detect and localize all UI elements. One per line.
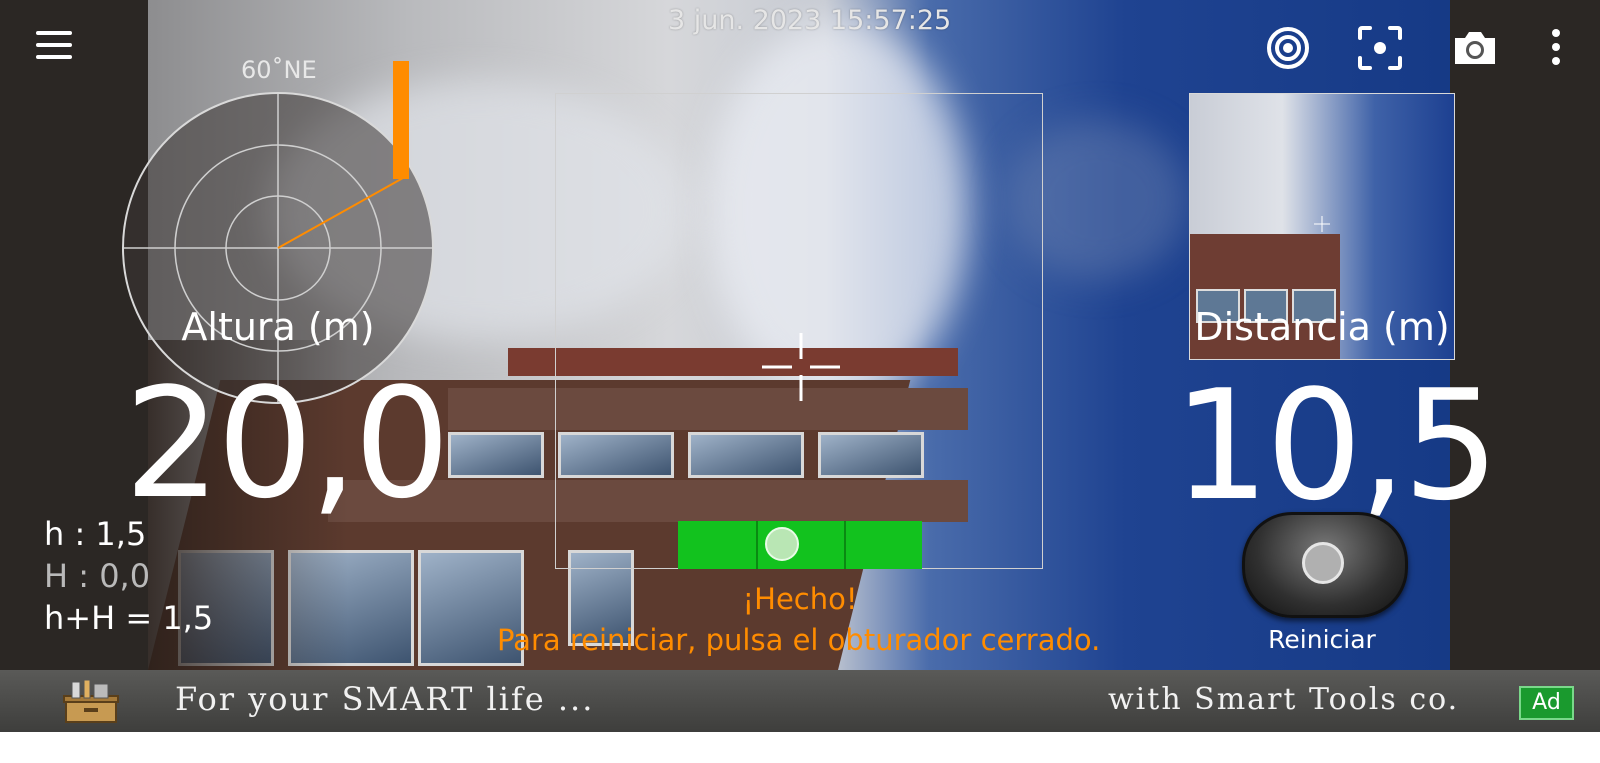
height-value: 20,0 xyxy=(124,355,450,532)
menu-icon[interactable] xyxy=(36,31,72,59)
crosshair-icon xyxy=(762,333,840,401)
device-height-label: h : 1,5 xyxy=(44,515,147,553)
bottom-strip xyxy=(0,732,1600,763)
camera-icon[interactable] xyxy=(1451,24,1499,72)
distance-label: Distancia (m) xyxy=(1194,305,1450,349)
ad-banner[interactable]: For your SMART life ... with Smart Tools… xyxy=(0,670,1600,732)
datetime-label: 3 jun. 2023 15:57:25 xyxy=(668,5,952,36)
ad-badge: Ad xyxy=(1519,686,1574,720)
viewfinder-frame xyxy=(555,93,1043,569)
crosshair-small-icon xyxy=(1314,216,1330,232)
tilt-indicator-bar xyxy=(393,61,409,179)
shutter-dot xyxy=(1302,542,1344,584)
shutter-button[interactable] xyxy=(1242,512,1408,618)
bubble-level xyxy=(678,521,922,569)
ad-right-text: with Smart Tools co. xyxy=(1108,682,1460,717)
compass-direction: 60˚NE xyxy=(241,56,317,84)
ad-left-text: For your SMART life ... xyxy=(175,680,595,718)
reset-label: Reiniciar xyxy=(1268,625,1376,654)
status-hint: Para reiniciar, pulsa el obturador cerra… xyxy=(497,623,1101,657)
target-icon[interactable] xyxy=(1264,24,1312,72)
level-bubble xyxy=(765,527,799,561)
focus-icon[interactable] xyxy=(1356,24,1404,72)
distance-value: 10,5 xyxy=(1173,357,1499,534)
toolbox-icon xyxy=(63,679,119,723)
more-vert-icon[interactable] xyxy=(1532,24,1580,72)
height-label: Altura (m) xyxy=(181,305,375,349)
